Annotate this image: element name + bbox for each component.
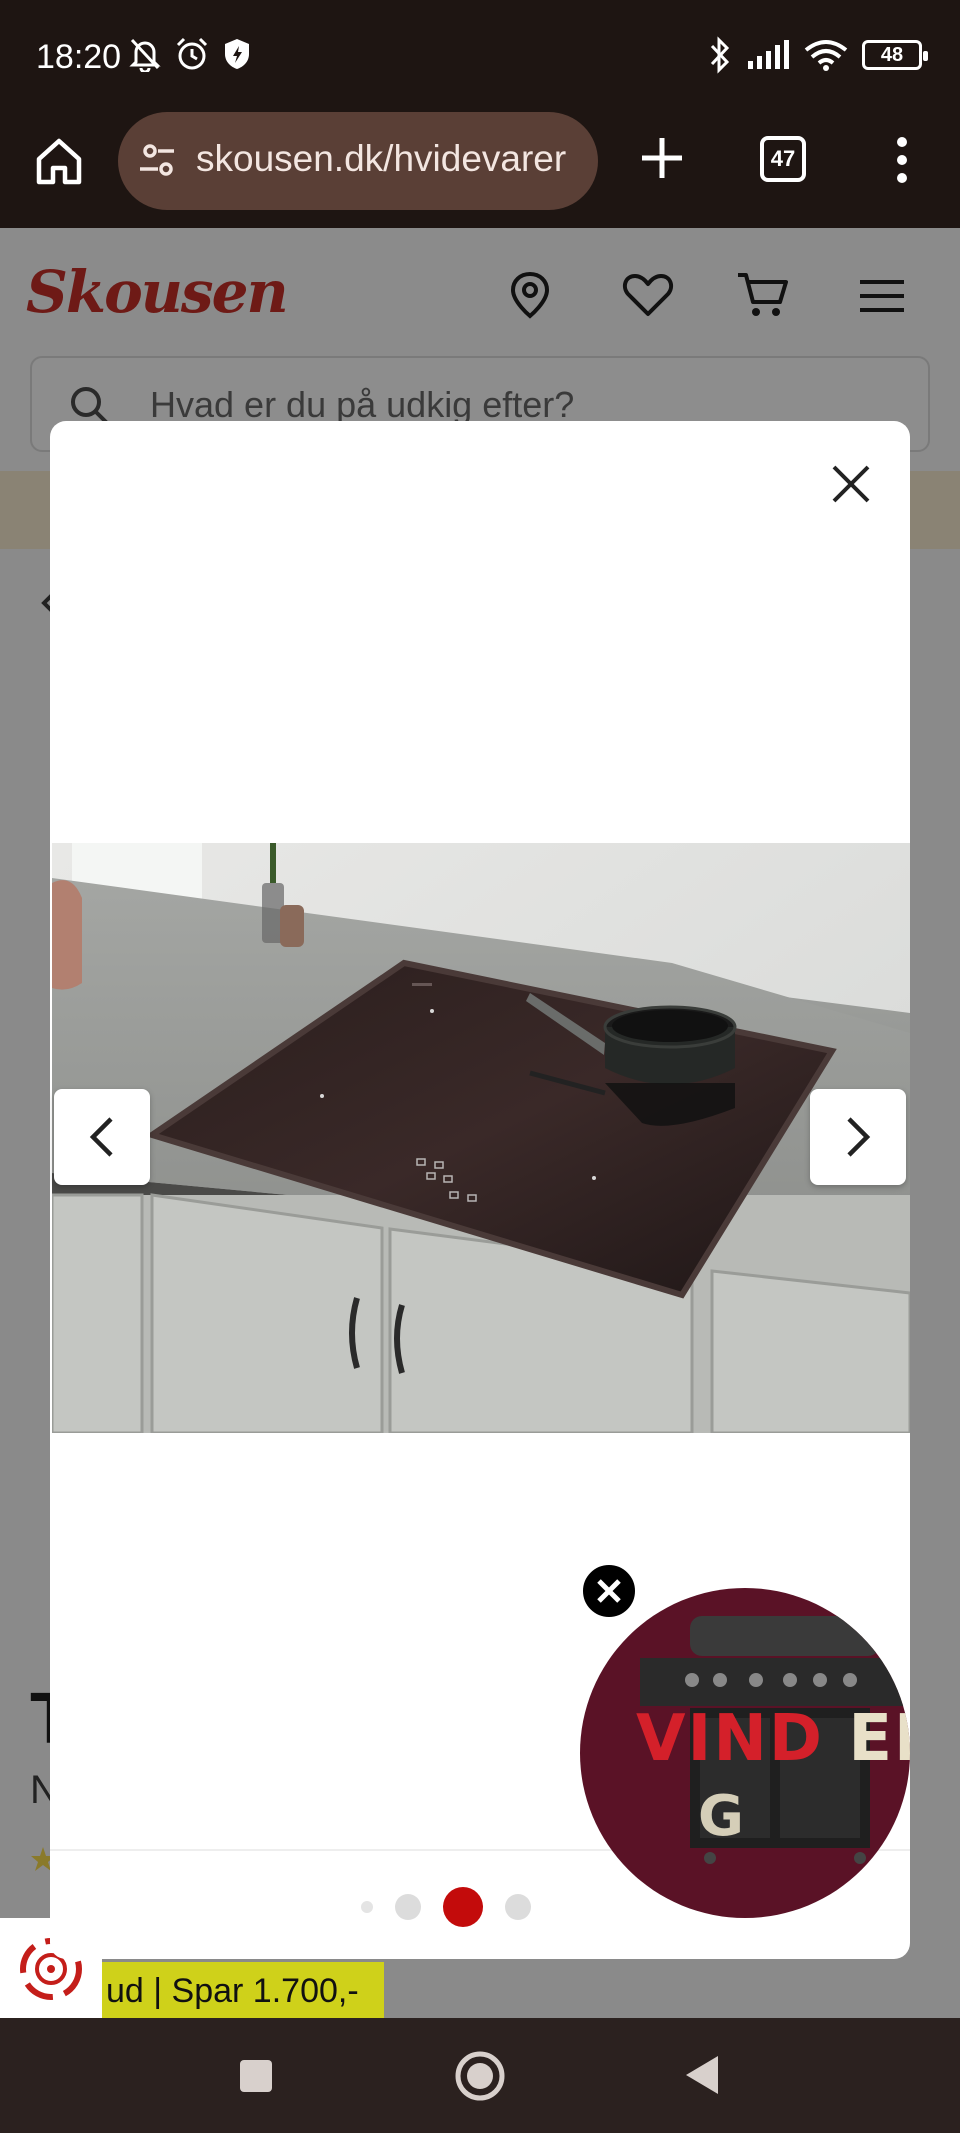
new-tab-icon[interactable] xyxy=(636,132,688,184)
wifi-icon xyxy=(804,40,848,71)
gallery-dot-2-active[interactable] xyxy=(443,1887,483,1927)
ad-headline-line2: G xyxy=(698,1784,744,1849)
cart-icon[interactable] xyxy=(736,270,788,320)
shield-icon xyxy=(225,39,249,69)
system-nav-bar xyxy=(0,2018,960,2133)
hamburger-menu-icon[interactable] xyxy=(858,278,906,314)
search-placeholder: Hvad er du på udkig efter? xyxy=(150,384,575,425)
tab-switcher-button[interactable]: 47 xyxy=(760,136,806,182)
more-vert-icon[interactable] xyxy=(890,134,914,186)
chevron-right-icon xyxy=(847,1117,871,1157)
alarm-icon xyxy=(176,37,208,70)
bluetooth-icon xyxy=(710,36,730,74)
wishlist-heart-icon[interactable] xyxy=(622,272,674,318)
url-bar[interactable]: skousen.dk/hvidevarer xyxy=(118,112,598,210)
chevron-left-icon xyxy=(89,1117,113,1157)
back-triangle-icon[interactable] xyxy=(684,2054,720,2096)
gallery-dot-0[interactable] xyxy=(361,1901,373,1913)
product-photo xyxy=(52,843,910,1433)
promo-ad-bubble[interactable]: VIND EN G xyxy=(580,1588,910,1918)
ad-headline: VIND EN xyxy=(636,1702,910,1776)
battery-icon: 48 xyxy=(862,40,928,70)
url-text: skousen.dk/hvidevarer xyxy=(196,138,567,179)
status-right-icons: 48 xyxy=(708,36,928,74)
status-time: 18:20 xyxy=(36,38,122,76)
signal-icon xyxy=(748,40,789,69)
browser-toolbar: skousen.dk/hvidevarer 47 xyxy=(0,112,960,228)
status-left-icons xyxy=(128,36,252,72)
close-icon[interactable] xyxy=(824,457,878,511)
bell-off-icon xyxy=(129,38,161,72)
store-location-icon[interactable] xyxy=(508,270,552,320)
status-bar: 18:20 48 xyxy=(0,0,960,112)
next-image-button[interactable] xyxy=(810,1089,906,1185)
home-icon[interactable] xyxy=(32,134,86,188)
gallery-dot-1[interactable] xyxy=(395,1894,421,1920)
gallery-dot-3[interactable] xyxy=(505,1894,531,1920)
home-circle-icon[interactable] xyxy=(454,2050,506,2102)
site-logo[interactable]: Skousen xyxy=(26,258,289,326)
ad-close-button[interactable] xyxy=(580,1562,638,1620)
close-icon xyxy=(597,1579,621,1603)
induction-hob-image xyxy=(52,843,910,1433)
previous-image-button[interactable] xyxy=(54,1089,150,1185)
site-settings-icon[interactable] xyxy=(138,140,178,180)
sale-badge: ud | Spar 1.700,- xyxy=(100,1962,384,2018)
recents-square-icon[interactable] xyxy=(238,2058,274,2094)
